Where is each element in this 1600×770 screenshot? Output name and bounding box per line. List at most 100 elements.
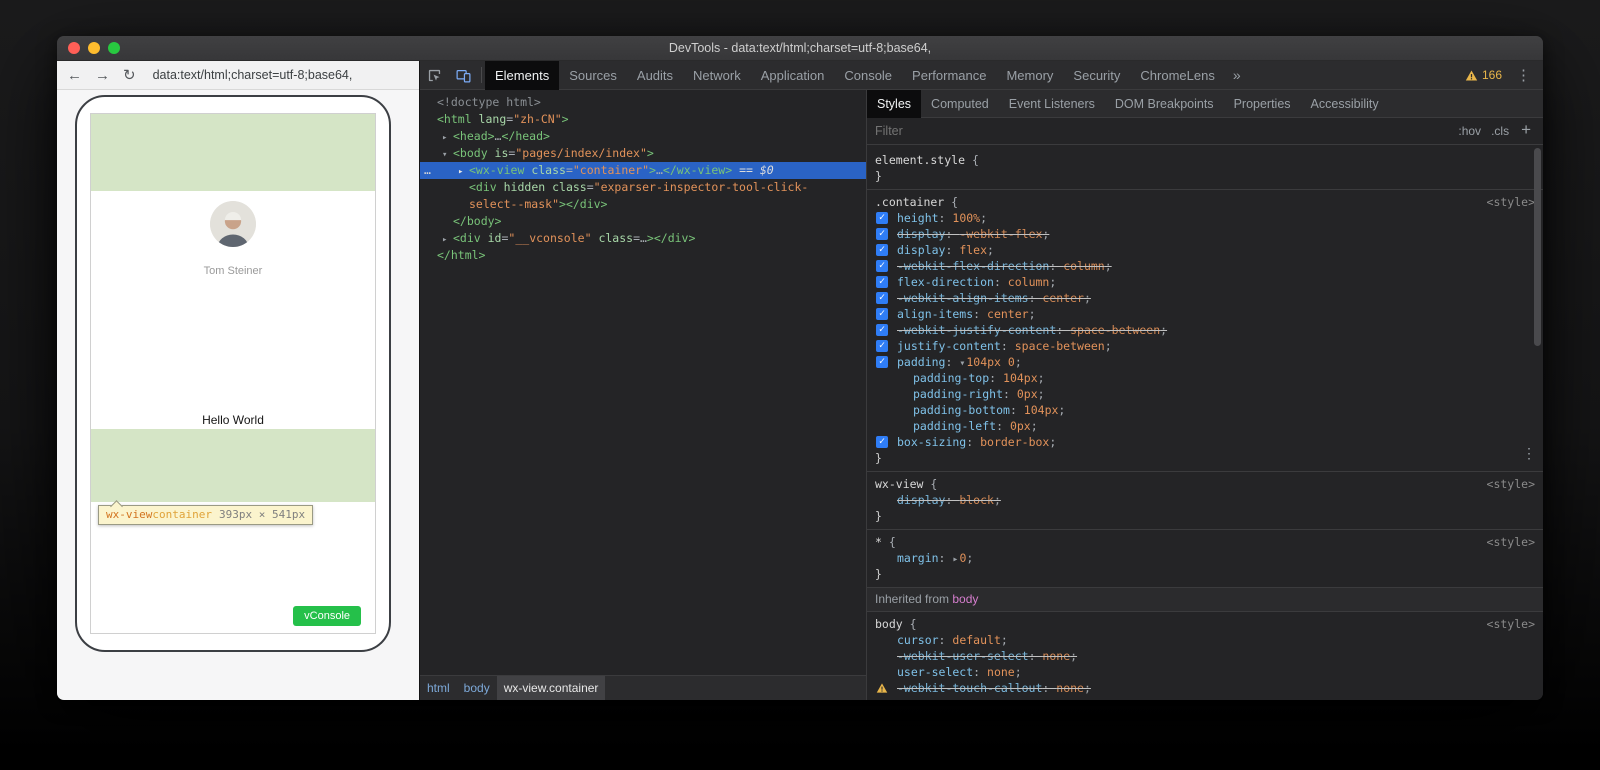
reload-icon[interactable]: ↻ [123, 68, 136, 83]
css-property-name: margin [897, 551, 939, 565]
css-property[interactable]: margin: ▸0; [867, 550, 1543, 566]
css-property[interactable]: ✓align-items: center; [867, 306, 1543, 322]
tab-chromelens[interactable]: ChromeLens [1130, 61, 1224, 90]
css-property[interactable]: padding-top: 104px; [867, 370, 1543, 386]
css-selector[interactable]: wx-view [875, 476, 923, 492]
tab-memory[interactable]: Memory [996, 61, 1063, 90]
css-property[interactable]: ✓box-sizing: border-box; [867, 434, 1543, 450]
tab-network[interactable]: Network [683, 61, 751, 90]
inspect-element-icon[interactable] [420, 61, 449, 89]
inherited-from-bar: Inherited from body [867, 588, 1543, 612]
kebab-menu-icon[interactable]: ⋮ [1508, 66, 1539, 84]
dom-tree-line[interactable]: …▸<wx-view class="container">…</wx-view>… [420, 162, 866, 179]
css-property[interactable]: cursor: default; [867, 632, 1543, 648]
css-selector[interactable]: * [875, 534, 882, 550]
pseudo-class-toggle[interactable]: :hov [1458, 124, 1481, 138]
tab-application[interactable]: Application [751, 61, 835, 90]
style-origin-link[interactable]: <style> [1487, 476, 1535, 492]
sidebar-tab-dom-breakpoints[interactable]: DOM Breakpoints [1105, 90, 1224, 118]
style-origin-link[interactable]: <style> [1487, 616, 1535, 632]
tab-console[interactable]: Console [834, 61, 902, 90]
css-property[interactable]: display: block; [867, 492, 1543, 508]
back-icon[interactable]: ← [67, 68, 82, 83]
style-origin-link[interactable]: <style> [1487, 194, 1535, 210]
dom-tree-line[interactable]: ▾<body is="pages/index/index"> [420, 145, 866, 162]
css-property[interactable]: padding-left: 0px; [867, 418, 1543, 434]
tab-elements[interactable]: Elements [485, 61, 559, 90]
css-selector[interactable]: body [875, 616, 903, 632]
dom-tree-line[interactable]: <html lang="zh-CN"> [420, 111, 866, 128]
minimize-window-button[interactable] [88, 42, 100, 54]
property-checkbox[interactable]: ✓ [876, 244, 888, 256]
css-property[interactable]: ✓flex-direction: column; [867, 274, 1543, 290]
property-checkbox[interactable]: ✓ [876, 212, 888, 224]
property-checkbox[interactable]: ✓ [876, 436, 888, 448]
node-actions-icon[interactable]: … [424, 162, 432, 179]
css-property[interactable]: padding-right: 0px; [867, 386, 1543, 402]
breadcrumb-item-wx-view-container[interactable]: wx-view.container [497, 676, 606, 700]
dom-tree-line[interactable]: </html> [420, 247, 866, 264]
property-checkbox[interactable]: ✓ [876, 292, 888, 304]
sidebar-tab-properties[interactable]: Properties [1224, 90, 1301, 118]
css-property[interactable]: ✓-webkit-justify-content: space-between; [867, 322, 1543, 338]
property-checkbox[interactable]: ✓ [876, 356, 888, 368]
styles-filter-row: :hov .cls + [867, 118, 1543, 145]
styles-scrollbar[interactable] [1533, 145, 1542, 700]
sidebar-tab-styles[interactable]: Styles [867, 90, 921, 118]
forward-icon[interactable]: → [95, 68, 110, 83]
sidebar-tab-event-listeners[interactable]: Event Listeners [999, 90, 1105, 118]
new-style-rule-button[interactable]: + [1521, 120, 1531, 140]
inherited-from-link[interactable]: body [952, 592, 978, 606]
vconsole-button[interactable]: vConsole [293, 606, 361, 626]
url-text[interactable]: data:text/html;charset=utf-8;base64, [153, 68, 353, 82]
dom-tree-line[interactable]: select--mask"></div> [420, 196, 866, 213]
breadcrumb-item-html[interactable]: html [420, 676, 457, 700]
css-property[interactable]: ✓justify-content: space-between; [867, 338, 1543, 354]
css-property[interactable]: ✓padding: ▾104px 0; [867, 354, 1543, 370]
console-warning-counter[interactable]: 166 [1459, 68, 1508, 82]
css-property-name: padding-top [913, 371, 989, 385]
tab-security[interactable]: Security [1063, 61, 1130, 90]
shorthand-expanded-icon[interactable]: ▾ [959, 358, 965, 369]
css-property[interactable]: ✓display: -webkit-flex; [867, 226, 1543, 242]
property-checkbox[interactable]: ✓ [876, 340, 888, 352]
style-origin-link[interactable]: <style> [1487, 534, 1535, 550]
class-toggle[interactable]: .cls [1491, 124, 1509, 138]
device-screen[interactable]: Tom Steiner Hello World wx-viewcontainer… [90, 113, 376, 634]
dom-tree-line[interactable]: <!doctype html> [420, 94, 866, 111]
css-selector[interactable]: .container [875, 194, 944, 210]
scrollbar-thumb[interactable] [1534, 148, 1541, 346]
property-checkbox[interactable]: ✓ [876, 260, 888, 272]
css-property[interactable]: user-select: none; [867, 664, 1543, 680]
css-property[interactable]: ✓-webkit-align-items: center; [867, 290, 1543, 306]
dom-tree-line[interactable]: </body> [420, 213, 866, 230]
tab-audits[interactable]: Audits [627, 61, 683, 90]
tab-performance[interactable]: Performance [902, 61, 996, 90]
breadcrumb-item-body[interactable]: body [457, 676, 497, 700]
property-checkbox[interactable]: ✓ [876, 308, 888, 320]
css-property[interactable]: ✓-webkit-flex-direction: column; [867, 258, 1543, 274]
window-titlebar[interactable]: DevTools - data:text/html;charset=utf-8;… [57, 36, 1543, 61]
tab-sources[interactable]: Sources [559, 61, 627, 90]
sidebar-tab-accessibility[interactable]: Accessibility [1301, 90, 1389, 118]
close-window-button[interactable] [68, 42, 80, 54]
sidebar-tab-computed[interactable]: Computed [921, 90, 999, 118]
zoom-window-button[interactable] [108, 42, 120, 54]
dom-tree-line[interactable]: ▸<head>…</head> [420, 128, 866, 145]
more-tabs-button[interactable]: » [1225, 61, 1249, 90]
shorthand-collapsed-icon[interactable]: ▸ [952, 554, 958, 565]
property-checkbox[interactable]: ✓ [876, 276, 888, 288]
dom-tree-line[interactable]: ▸<div id="__vconsole" class=…></div> [420, 230, 866, 247]
css-property[interactable]: -webkit-user-select: none; [867, 648, 1543, 664]
css-property[interactable]: ✓display: flex; [867, 242, 1543, 258]
styles-filter-input[interactable] [875, 124, 1448, 138]
css-property[interactable]: -webkit-touch-callout: none; [867, 680, 1543, 696]
css-property[interactable]: ✓height: 100%; [867, 210, 1543, 226]
css-selector[interactable]: element.style [875, 152, 965, 168]
css-property[interactable]: padding-bottom: 104px; [867, 402, 1543, 418]
tooltip-tag-name: wx-view [106, 508, 152, 521]
dom-tree-line[interactable]: <div hidden class="exparser-inspector-to… [420, 179, 866, 196]
device-toolbar-icon[interactable] [449, 61, 478, 89]
property-checkbox[interactable]: ✓ [876, 324, 888, 336]
property-checkbox[interactable]: ✓ [876, 228, 888, 240]
